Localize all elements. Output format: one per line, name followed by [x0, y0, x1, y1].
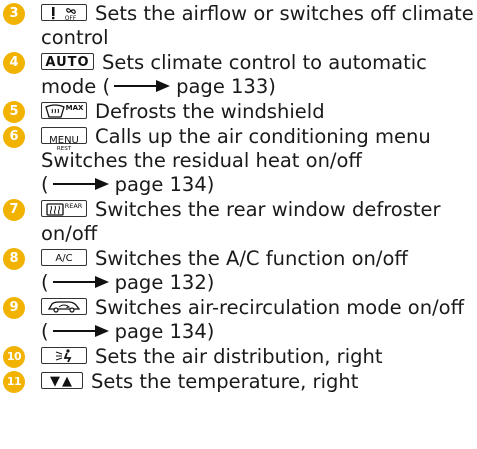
fan-off-button: OFF — [41, 4, 87, 21]
temperature-button: ▼▲ — [41, 372, 83, 389]
arrow-right-icon — [52, 172, 109, 196]
item-number-badge: 6 — [3, 126, 25, 148]
rear-defrost-button: REAR — [41, 200, 87, 217]
item-number-badge: 10 — [3, 346, 25, 368]
windshield-defrost-button: MAX — [41, 102, 87, 119]
item-number-badge: 11 — [3, 371, 25, 393]
page-reference: page 134) — [114, 320, 215, 343]
air-distribution-button — [41, 347, 87, 364]
rear-window-defrost-icon: REAR — [46, 202, 82, 216]
air-distribution-icon — [55, 349, 72, 363]
arrow-right-icon — [114, 74, 171, 98]
page-reference: page 133) — [176, 75, 276, 98]
temperature-arrows-icon: ▼▲ — [50, 374, 74, 389]
recirculation-button — [41, 298, 87, 315]
page-reference: page 132) — [114, 271, 215, 294]
arrow-right-icon — [52, 270, 109, 294]
item-number-badge: 9 — [3, 297, 25, 319]
auto-button: AUTO — [41, 53, 94, 70]
item-number-badge: 3 — [3, 3, 25, 25]
recirculation-icon — [47, 301, 81, 313]
item-number-badge: 5 — [3, 101, 25, 123]
manual-page: 3 OFF Sets the airflow or switches off c… — [0, 0, 477, 449]
ac-button: A/C — [41, 249, 87, 266]
item-number-badge: 8 — [3, 248, 25, 270]
arrow-right-icon — [52, 319, 109, 343]
item-number-badge: 7 — [3, 199, 25, 221]
item-number-badge: 4 — [3, 52, 25, 74]
windshield-defrost-icon: MAX — [44, 104, 83, 118]
page-reference: page 134) — [114, 173, 215, 196]
fan-off-icon: OFF — [51, 6, 78, 22]
menu-rest-button: MENU REST — [41, 127, 87, 152]
